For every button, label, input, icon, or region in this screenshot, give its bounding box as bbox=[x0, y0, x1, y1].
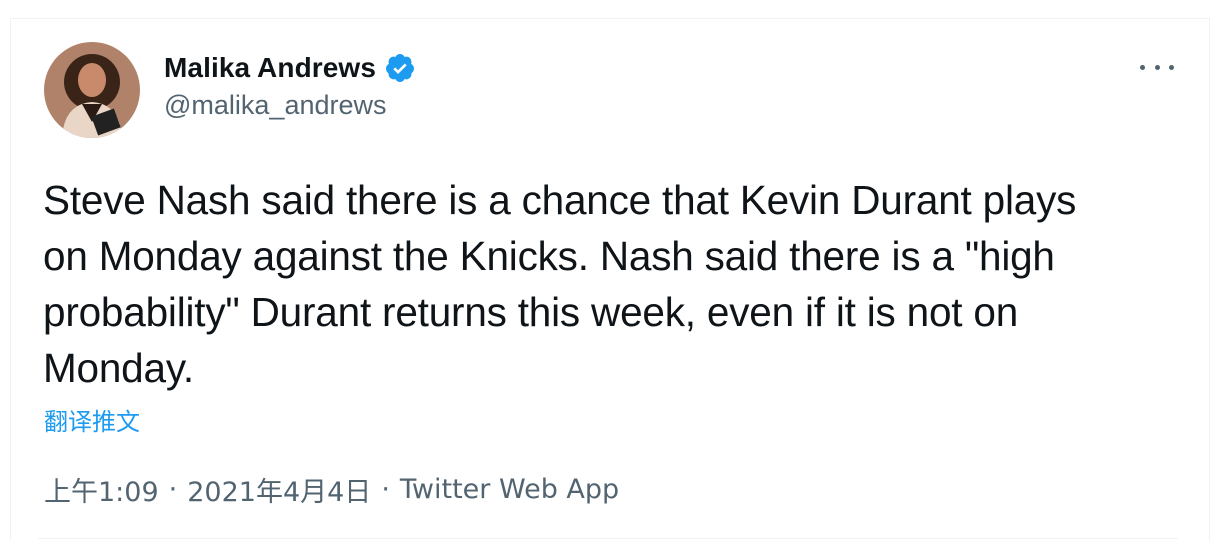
author-name-row[interactable]: Malika Andrews bbox=[164, 50, 416, 86]
translate-tweet-link[interactable]: 翻译推文 bbox=[44, 402, 140, 437]
verified-badge-icon bbox=[384, 52, 416, 84]
more-options-icon[interactable] bbox=[1140, 60, 1174, 74]
more-dot bbox=[1140, 64, 1145, 70]
divider bbox=[38, 538, 1178, 539]
author-name[interactable]: Malika Andrews bbox=[164, 52, 376, 84]
meta-separator: · bbox=[381, 474, 390, 505]
tweet-date[interactable]: 2021年4月4日 bbox=[187, 470, 371, 509]
tweet-meta: 上午1:09 · 2021年4月4日 · Twitter Web App bbox=[44, 470, 619, 509]
more-dot bbox=[1169, 64, 1174, 70]
avatar-image bbox=[44, 42, 140, 138]
author-handle[interactable]: @malika_andrews bbox=[164, 90, 387, 121]
avatar[interactable] bbox=[44, 42, 140, 138]
tweet-text: Steve Nash said there is a chance that K… bbox=[43, 177, 1077, 391]
meta-separator: · bbox=[168, 474, 178, 505]
tweet-source[interactable]: Twitter Web App bbox=[400, 474, 619, 505]
tweet-time[interactable]: 上午1:09 bbox=[44, 470, 159, 509]
more-dot bbox=[1154, 64, 1160, 70]
